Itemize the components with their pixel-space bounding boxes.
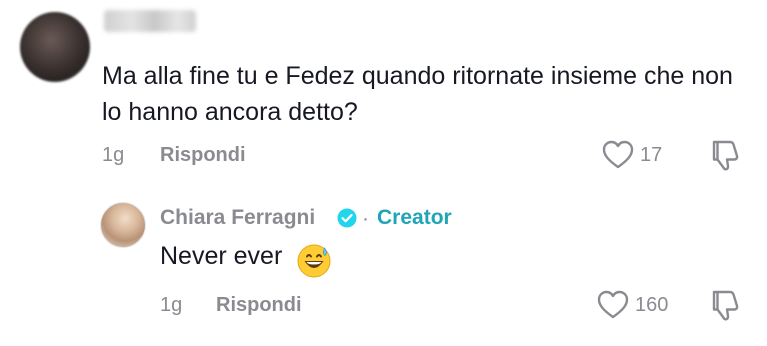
- reply-time: 1g: [160, 294, 183, 316]
- commenter-name-blurred[interactable]: [104, 10, 196, 32]
- dislike-icon[interactable]: [708, 289, 740, 323]
- comment-reply-button[interactable]: Rispondi: [160, 144, 246, 167]
- reply-author-name[interactable]: Chiara Ferragni: [160, 206, 315, 230]
- separator-dot: ·: [362, 207, 369, 230]
- comment-time: 1g: [102, 144, 125, 166]
- comment-text: Ma alla fine tu e Fedez quando ritornate…: [102, 62, 733, 126]
- comment-like-count: 17: [640, 144, 663, 166]
- heart-icon[interactable]: [597, 290, 629, 320]
- reply-like-count: 160: [635, 294, 669, 316]
- reply-text: Never ever: [160, 242, 283, 270]
- reply-reply-button[interactable]: Rispondi: [216, 294, 302, 317]
- commenter-avatar-blurred[interactable]: [20, 12, 90, 82]
- dislike-icon[interactable]: [708, 139, 740, 173]
- verified-icon: [337, 208, 357, 228]
- grinning-sweat-emoji-icon: [297, 244, 331, 278]
- reply-author-avatar[interactable]: [100, 202, 146, 248]
- creator-badge: Creator: [377, 206, 452, 229]
- heart-icon[interactable]: [602, 140, 634, 170]
